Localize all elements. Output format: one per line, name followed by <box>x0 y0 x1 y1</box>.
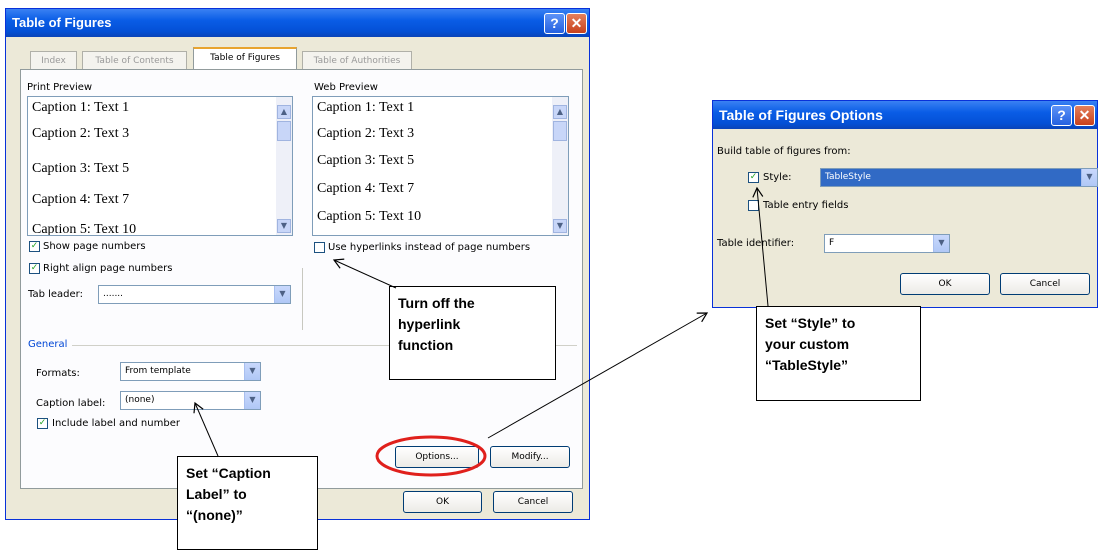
arrow-to-style-checkbox <box>752 186 769 307</box>
annotation-arrows <box>193 186 769 477</box>
arrow-options-to-dialog <box>487 312 709 439</box>
options-highlight-ring <box>375 435 487 477</box>
arrow-to-caption-label <box>193 401 219 457</box>
arrow-to-hyperlink-checkbox <box>332 258 397 289</box>
